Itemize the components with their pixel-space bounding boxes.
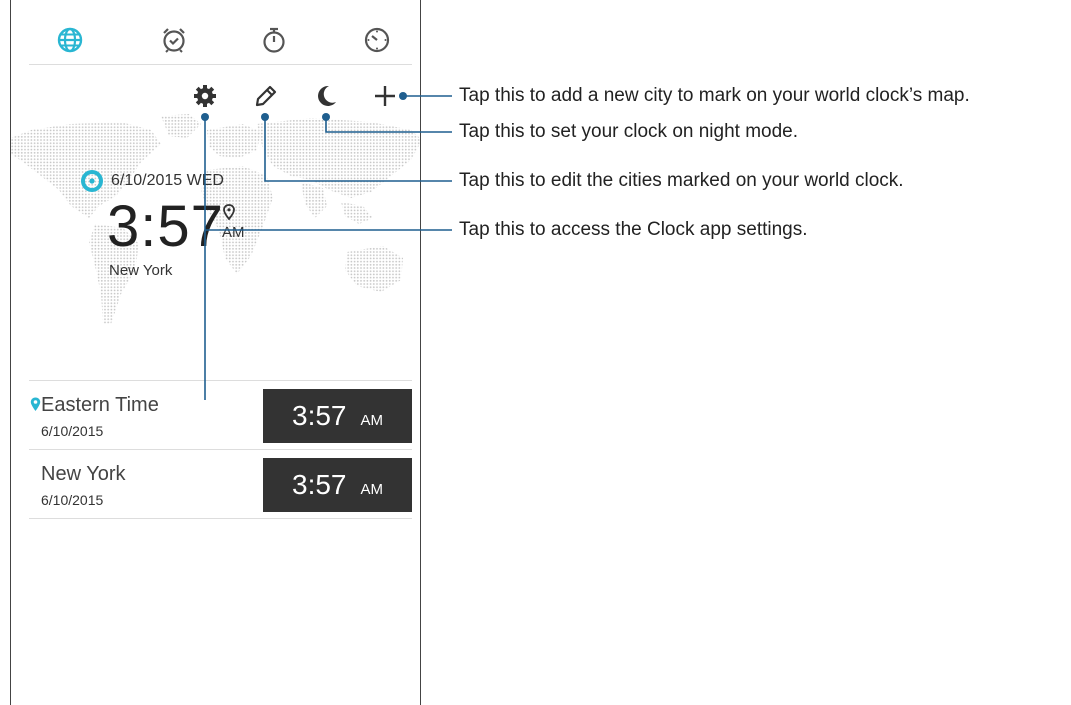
city-name: New York (41, 463, 126, 485)
city-date: 6/10/2015 (41, 423, 104, 439)
globe-icon (57, 27, 83, 53)
city-time: 3:57 (292, 469, 347, 500)
current-location-icon (81, 170, 103, 192)
callout-night-mode: Tap this to set your clock on night mode… (459, 121, 799, 142)
city-ampm: AM (360, 480, 384, 498)
tab-world-clock[interactable] (50, 20, 90, 60)
tab-stopwatch[interactable] (254, 20, 294, 60)
callout-edit-cities: Tap this to edit the cities marked on yo… (459, 170, 904, 191)
callout-add-city: Tap this to add a new city to mark on yo… (459, 85, 970, 106)
city-row[interactable]: New York 6/10/2015 3:57 AM (29, 449, 412, 519)
add-plus-icon (375, 86, 395, 106)
city-time: 3:57 (292, 400, 347, 431)
add-city-button[interactable] (369, 80, 401, 112)
timer-icon (364, 27, 390, 53)
edit-button[interactable] (250, 80, 282, 112)
tab-timer[interactable] (357, 20, 397, 60)
city-ampm: AM (360, 411, 384, 429)
city-name: Eastern Time (41, 394, 159, 416)
action-bar (11, 80, 420, 114)
main-city-name: New York (109, 262, 173, 279)
current-city-pin-icon (30, 397, 41, 411)
tab-alarm[interactable] (154, 20, 194, 60)
stopwatch-icon (263, 27, 285, 53)
city-date: 6/10/2015 (41, 492, 104, 508)
city-list: Eastern Time 6/10/2015 3:57 AM New York … (29, 380, 412, 519)
callout-settings: Tap this to access the Clock app setting… (459, 219, 808, 240)
city-time-box: 3:57 AM (263, 458, 412, 512)
big-ampm: AM (222, 224, 245, 241)
clock-app-screen: 6/10/2015 WED 3:57 AM New York Eastern T… (10, 0, 421, 705)
tab-bar (29, 0, 412, 65)
settings-gear-icon (194, 85, 216, 107)
city-time-box: 3:57 AM (263, 389, 412, 443)
alarm-clock-icon (163, 28, 185, 53)
location-pin-icon (223, 204, 235, 220)
city-row[interactable]: Eastern Time 6/10/2015 3:57 AM (29, 380, 412, 449)
big-time: 3:57 (107, 194, 224, 259)
date-text: 6/10/2015 WED (111, 172, 224, 189)
edit-pencil-icon (255, 85, 277, 107)
night-mode-moon-icon (318, 85, 336, 106)
night-mode-button[interactable] (310, 80, 342, 112)
settings-button[interactable] (189, 80, 221, 112)
world-clock-date: 6/10/2015 WED (81, 170, 224, 192)
